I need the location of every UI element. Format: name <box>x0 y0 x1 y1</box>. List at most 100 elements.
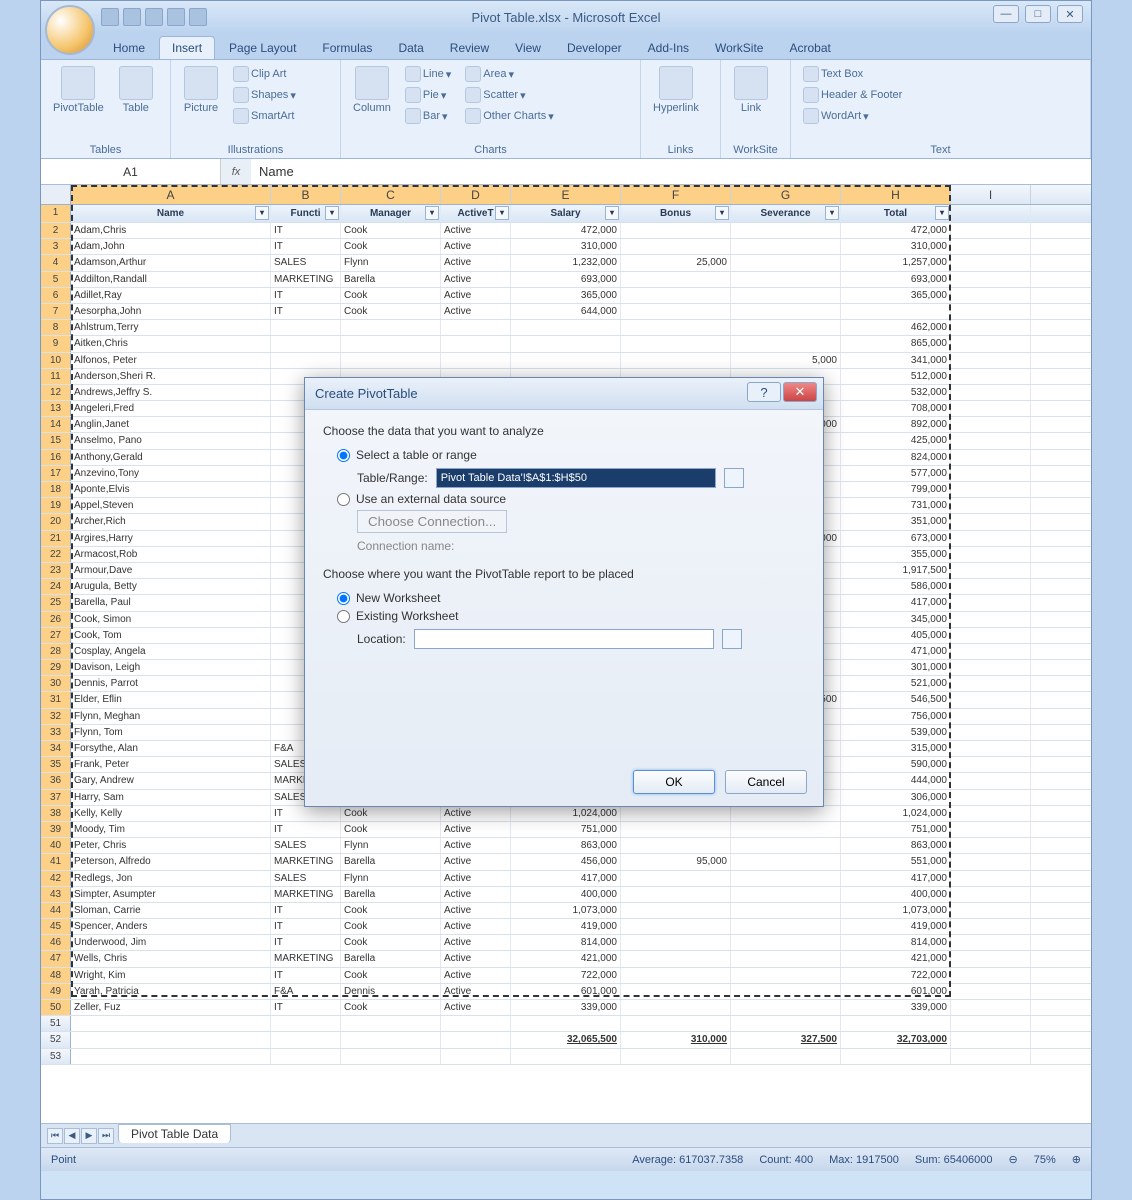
cell[interactable]: Flynn, Tom <box>71 725 271 740</box>
cell[interactable] <box>841 1016 951 1031</box>
cell[interactable] <box>621 288 731 303</box>
cell[interactable] <box>951 676 1031 691</box>
filter-icon[interactable]: ▾ <box>325 206 339 220</box>
qat-print-icon[interactable] <box>167 8 185 26</box>
cell[interactable] <box>951 401 1031 416</box>
row-header[interactable]: 27 <box>41 628 71 643</box>
row-header[interactable]: 24 <box>41 579 71 594</box>
table-row[interactable]: 44Sloman, CarrieITCookActive1,073,0001,0… <box>41 903 1091 919</box>
cell[interactable] <box>951 320 1031 335</box>
worksite-link-button[interactable]: Link <box>729 64 773 116</box>
table-row[interactable]: 46Underwood, JimITCookActive814,000814,0… <box>41 935 1091 951</box>
cell[interactable]: 512,000 <box>841 369 951 384</box>
cell[interactable]: Barella <box>341 854 441 869</box>
cell[interactable]: Active <box>441 272 511 287</box>
cell[interactable]: Alfonos, Peter <box>71 353 271 368</box>
cell[interactable]: 863,000 <box>841 838 951 853</box>
cell[interactable] <box>951 353 1031 368</box>
cell[interactable] <box>71 1049 271 1064</box>
row-header[interactable]: 43 <box>41 887 71 902</box>
tab-view[interactable]: View <box>503 37 553 59</box>
cell[interactable]: Cook <box>341 223 441 238</box>
row-header[interactable]: 35 <box>41 757 71 772</box>
cell[interactable]: Active <box>441 951 511 966</box>
cell[interactable] <box>71 1016 271 1031</box>
cell[interactable] <box>951 239 1031 254</box>
name-box[interactable]: A1 <box>41 159 221 184</box>
radio-external-source[interactable]: Use an external data source <box>337 492 805 506</box>
cell[interactable]: F&A <box>271 984 341 999</box>
cell[interactable]: Anderson,Sheri R. <box>71 369 271 384</box>
cell[interactable]: Sloman, Carrie <box>71 903 271 918</box>
cell[interactable] <box>951 1049 1031 1064</box>
pie-chart-button[interactable]: Pie ▾ <box>401 85 455 105</box>
cell[interactable]: Cosplay, Angela <box>71 644 271 659</box>
cell[interactable]: Active <box>441 903 511 918</box>
cell[interactable]: Cook <box>341 304 441 319</box>
cell[interactable]: Cook <box>341 935 441 950</box>
cell[interactable]: 1,257,000 <box>841 255 951 270</box>
cell[interactable] <box>621 951 731 966</box>
cell[interactable]: 601,000 <box>511 984 621 999</box>
cell[interactable]: Wells, Chris <box>71 951 271 966</box>
cell[interactable] <box>731 239 841 254</box>
pivottable-button[interactable]: PivotTable <box>49 64 108 116</box>
cell[interactable]: Active <box>441 239 511 254</box>
cell[interactable]: 417,000 <box>841 595 951 610</box>
range-picker-icon[interactable] <box>724 468 744 488</box>
cell[interactable] <box>951 369 1031 384</box>
row-header[interactable]: 19 <box>41 498 71 513</box>
cell[interactable]: 421,000 <box>511 951 621 966</box>
row-header[interactable]: 38 <box>41 806 71 821</box>
radio-new-worksheet[interactable]: New Worksheet <box>337 591 805 605</box>
cell[interactable] <box>271 1016 341 1031</box>
hyperlink-button[interactable]: Hyperlink <box>649 64 703 116</box>
cell[interactable]: Active <box>441 255 511 270</box>
cell[interactable] <box>731 887 841 902</box>
cell[interactable] <box>731 968 841 983</box>
cell[interactable]: Active <box>441 1000 511 1015</box>
cell[interactable]: 472,000 <box>841 223 951 238</box>
tab-developer[interactable]: Developer <box>555 37 634 59</box>
cell[interactable]: IT <box>271 806 341 821</box>
cell[interactable]: Redlegs, Jon <box>71 871 271 886</box>
cell[interactable] <box>731 822 841 837</box>
cell[interactable]: Davison, Leigh <box>71 660 271 675</box>
cell[interactable]: Cook <box>341 919 441 934</box>
choose-connection-button[interactable]: Choose Connection... <box>357 510 507 533</box>
tab-nav-last-icon[interactable]: ⏭ <box>98 1128 114 1144</box>
table-range-input[interactable] <box>436 468 716 488</box>
tab-nav-prev-icon[interactable]: ◀ <box>64 1128 80 1144</box>
cell[interactable]: Adamson,Arthur <box>71 255 271 270</box>
cell[interactable] <box>951 612 1031 627</box>
cell[interactable] <box>951 806 1031 821</box>
clipart-button[interactable]: Clip Art <box>229 64 300 84</box>
row-header[interactable]: 51 <box>41 1016 71 1031</box>
cell[interactable]: Barella <box>341 272 441 287</box>
cell[interactable]: 814,000 <box>511 935 621 950</box>
cell[interactable] <box>441 1016 511 1031</box>
row-header[interactable]: 48 <box>41 968 71 983</box>
row-header[interactable]: 28 <box>41 644 71 659</box>
cell[interactable] <box>511 1049 621 1064</box>
location-picker-icon[interactable] <box>722 629 742 649</box>
cell[interactable]: MARKETING <box>271 272 341 287</box>
table-row[interactable]: 4Adamson,ArthurSALESFlynnActive1,232,000… <box>41 255 1091 271</box>
cell[interactable]: 539,000 <box>841 725 951 740</box>
cell[interactable] <box>951 223 1031 238</box>
cell[interactable] <box>731 935 841 950</box>
ok-button[interactable]: OK <box>633 770 715 794</box>
cell[interactable] <box>951 757 1031 772</box>
close-button[interactable]: ✕ <box>1057 5 1083 23</box>
row-header[interactable]: 34 <box>41 741 71 756</box>
cell[interactable]: Active <box>441 288 511 303</box>
header-cell[interactable]: Total▾ <box>841 205 951 222</box>
row-header[interactable]: 31 <box>41 692 71 707</box>
cell[interactable]: IT <box>271 1000 341 1015</box>
cell[interactable] <box>951 288 1031 303</box>
cell[interactable] <box>621 239 731 254</box>
cell[interactable] <box>951 1032 1031 1047</box>
cell[interactable] <box>271 1049 341 1064</box>
cell[interactable] <box>271 353 341 368</box>
col-header-G[interactable]: G <box>731 185 841 204</box>
